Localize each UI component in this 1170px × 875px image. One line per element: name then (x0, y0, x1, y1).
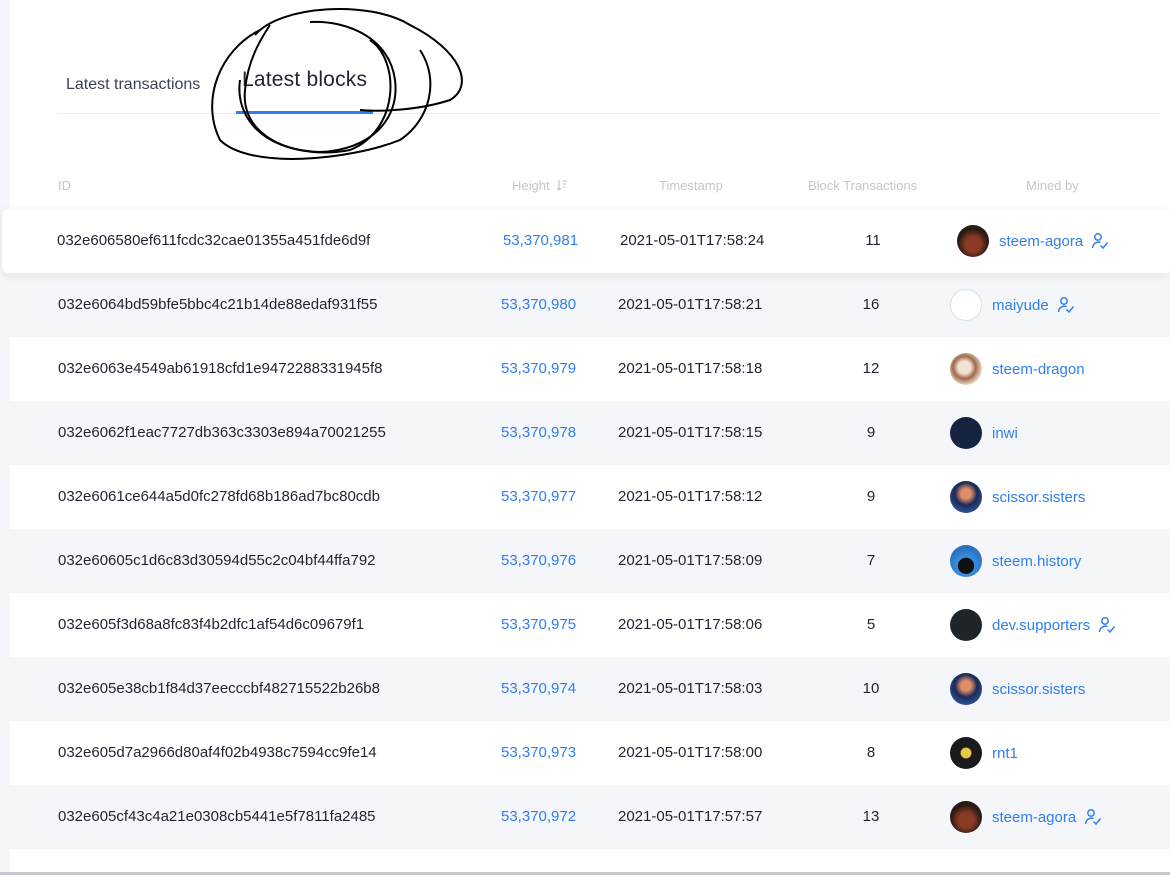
table-row[interactable]: 032e605e38cb1f84d37eecccbf482715522b26b8… (10, 657, 1170, 721)
avatar[interactable] (950, 481, 982, 513)
miner-cell[interactable]: steem-agora (950, 801, 1102, 833)
verified-user-icon (1091, 233, 1109, 250)
avatar[interactable] (950, 737, 982, 769)
block-height-link[interactable]: 53,370,973 (501, 744, 576, 761)
column-id-header: ID (58, 178, 71, 193)
block-timestamp: 2021-05-01T17:58:18 (618, 360, 763, 377)
block-height-link[interactable]: 53,370,978 (501, 424, 576, 441)
miner-name-link[interactable]: rnt1 (992, 745, 1018, 762)
block-transaction-count: 9 (866, 488, 876, 505)
block-height-link[interactable]: 53,370,980 (501, 296, 576, 313)
block-id: 032e605f3d68a8fc83f4b2dfc1af54d6c09679f1 (58, 616, 365, 633)
block-id: 032e6062f1eac7727db363c3303e894a70021255 (58, 424, 386, 441)
tab-latest-blocks[interactable]: Latest blocks (236, 68, 374, 114)
block-id: 032e606580ef611fcdc32cae01355a451fde6d9f (57, 232, 371, 249)
table-row[interactable]: 032e6061ce644a5d0fc278fd68b186ad7bc80cdb… (10, 465, 1170, 529)
block-transaction-count: 9 (866, 424, 876, 441)
miner-cell[interactable]: steem-dragon (950, 353, 1085, 385)
block-id: 032e6064bd59bfe5bbc4c21b14de88edaf931f55 (58, 296, 378, 313)
table-row[interactable]: 032e605cf43c4a21e0308cb5441e5f7811fa2485… (10, 785, 1170, 849)
miner-cell[interactable]: steem-agora (957, 225, 1109, 257)
miner-cell[interactable]: steem.history (950, 545, 1081, 577)
avatar[interactable] (950, 609, 982, 641)
block-transaction-count: 13 (862, 808, 880, 825)
block-transaction-count: 5 (866, 616, 876, 633)
block-id: 032e605d7a2966d80af4f02b4938c7594cc9fe14 (58, 744, 377, 761)
avatar[interactable] (950, 417, 982, 449)
block-timestamp: 2021-05-01T17:58:15 (618, 424, 763, 441)
block-timestamp: 2021-05-01T17:58:21 (618, 296, 763, 313)
miner-cell[interactable]: rnt1 (950, 737, 1018, 769)
block-height-link[interactable]: 53,370,979 (501, 360, 576, 377)
block-transaction-count: 10 (862, 680, 880, 697)
block-height-link[interactable]: 53,370,981 (503, 232, 578, 249)
block-height-link[interactable]: 53,370,976 (501, 552, 576, 569)
avatar[interactable] (950, 289, 982, 321)
table-row[interactable]: 032e6062f1eac7727db363c3303e894a70021255… (10, 401, 1170, 465)
miner-cell[interactable]: maiyude (950, 289, 1075, 321)
block-id: 032e605cf43c4a21e0308cb5441e5f7811fa2485 (58, 808, 376, 825)
table-header: ID Height Timestamp Block Transactions M… (10, 168, 1170, 204)
avatar[interactable] (950, 801, 982, 833)
block-id: 032e6063e4549ab61918cfd1e9472288331945f8 (58, 360, 383, 377)
tab-latest-transactions[interactable]: Latest transactions (66, 76, 200, 113)
table-row[interactable]: 032e605d7a2966d80af4f02b4938c7594cc9fe14… (10, 721, 1170, 785)
block-transaction-count: 11 (865, 232, 881, 249)
block-transaction-count: 8 (866, 744, 876, 761)
tab-bar: Latest transactions Latest blocks (58, 60, 1160, 114)
table-row[interactable]: 032e6063e4549ab61918cfd1e9472288331945f8… (10, 337, 1170, 401)
block-transaction-count: 12 (862, 360, 880, 377)
miner-name-link[interactable]: steem-agora (992, 809, 1076, 826)
miner-cell[interactable]: scissor.sisters (950, 481, 1085, 513)
miner-name-link[interactable]: scissor.sisters (992, 489, 1085, 506)
sort-descending-icon[interactable] (556, 179, 568, 191)
avatar[interactable] (957, 225, 989, 257)
block-timestamp: 2021-05-01T17:58:06 (618, 616, 763, 633)
latest-blocks-page: Latest transactions Latest blocks ID Hei… (0, 0, 1170, 875)
column-timestamp-header: Timestamp (659, 178, 723, 193)
block-timestamp: 2021-05-01T17:58:03 (618, 680, 763, 697)
miner-cell[interactable]: scissor.sisters (950, 673, 1085, 705)
avatar[interactable] (950, 673, 982, 705)
miner-cell[interactable]: dev.supporters (950, 609, 1116, 641)
verified-user-icon (1098, 617, 1116, 634)
miner-name-link[interactable]: steem-agora (999, 233, 1083, 250)
table-row[interactable]: 032e6064bd59bfe5bbc4c21b14de88edaf931f55… (10, 273, 1170, 337)
miner-name-link[interactable]: inwi (992, 425, 1018, 442)
column-height-header[interactable]: Height (512, 178, 568, 193)
block-height-link[interactable]: 53,370,977 (501, 488, 576, 505)
block-timestamp: 2021-05-01T17:58:09 (618, 552, 763, 569)
block-id: 032e605e38cb1f84d37eecccbf482715522b26b8 (58, 680, 380, 697)
table-row[interactable]: 032e606580ef611fcdc32cae01355a451fde6d9f… (2, 209, 1170, 273)
verified-user-icon (1057, 297, 1074, 314)
miner-name-link[interactable]: steem.history (992, 553, 1081, 570)
avatar[interactable] (950, 353, 982, 385)
block-transaction-count: 16 (862, 296, 880, 313)
block-height-link[interactable]: 53,370,972 (501, 808, 576, 825)
left-rail (0, 0, 10, 875)
table-row[interactable]: 032e605f3d68a8fc83f4b2dfc1af54d6c09679f1… (10, 593, 1170, 657)
miner-name-link[interactable]: dev.supporters (992, 617, 1090, 634)
column-height-label: Height (512, 178, 550, 193)
miner-name-link[interactable]: maiyude (992, 297, 1049, 314)
block-height-link[interactable]: 53,370,975 (501, 616, 576, 633)
column-block-transactions-header: Block Transactions (808, 178, 918, 193)
avatar[interactable] (950, 545, 982, 577)
block-id: 032e6061ce644a5d0fc278fd68b186ad7bc80cdb (58, 488, 380, 505)
miner-name-link[interactable]: steem-dragon (992, 361, 1085, 378)
block-timestamp: 2021-05-01T17:58:24 (620, 232, 765, 249)
block-timestamp: 2021-05-01T17:57:57 (618, 808, 763, 825)
table-row[interactable]: 032e60605c1d6c83d30594d55c2c04bf44ffa792… (10, 529, 1170, 593)
block-transaction-count: 7 (866, 552, 876, 569)
verified-user-icon (1084, 809, 1102, 826)
column-mined-by-header: Mined by (1026, 178, 1079, 193)
block-timestamp: 2021-05-01T17:58:12 (618, 488, 763, 505)
miner-cell[interactable]: inwi (950, 417, 1018, 449)
block-id: 032e60605c1d6c83d30594d55c2c04bf44ffa792 (58, 552, 376, 569)
block-height-link[interactable]: 53,370,974 (501, 680, 576, 697)
block-timestamp: 2021-05-01T17:58:00 (618, 744, 763, 761)
miner-name-link[interactable]: scissor.sisters (992, 681, 1085, 698)
